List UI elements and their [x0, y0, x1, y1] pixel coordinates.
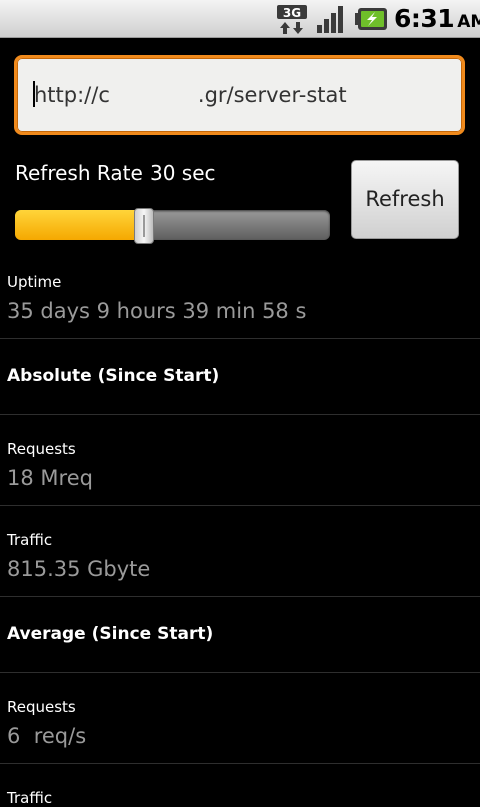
divider	[0, 672, 480, 673]
status-bar: 3G 6:31 AM	[0, 0, 480, 38]
absolute-requests-value: 18 Mreq	[7, 466, 93, 490]
absolute-traffic-value: 815.35 Gbyte	[7, 557, 151, 581]
signal-strength-icon	[317, 6, 343, 33]
network-type-text: 3G	[283, 6, 301, 20]
absolute-traffic-label: Traffic	[7, 531, 53, 549]
average-requests-label: Requests	[7, 698, 76, 716]
clock-time: 6:31	[394, 4, 455, 33]
divider	[0, 414, 480, 415]
refresh-rate-label: Refresh Rate	[15, 161, 143, 185]
server-url-input[interactable]: http://c .gr/server-stat	[14, 55, 465, 135]
absolute-requests-label: Requests	[7, 440, 76, 458]
slider-fill	[15, 210, 144, 240]
divider	[0, 596, 480, 597]
divider	[0, 763, 480, 764]
divider	[0, 338, 480, 339]
3g-data-icon: 3G	[277, 5, 307, 34]
slider-thumb[interactable]	[134, 208, 154, 244]
divider	[0, 505, 480, 506]
uptime-label: Uptime	[7, 273, 62, 291]
absolute-section-header: Absolute (Since Start)	[7, 366, 220, 386]
average-requests-value: 6 req/s	[7, 724, 87, 748]
average-traffic-label: Traffic	[7, 789, 53, 807]
clock-ampm: AM	[457, 12, 480, 32]
text-cursor	[33, 81, 35, 107]
average-section-header: Average (Since Start)	[7, 624, 214, 644]
status-clock: 6:31 AM	[394, 4, 480, 33]
refresh-rate-slider[interactable]	[15, 208, 330, 244]
refresh-rate-value: 30 sec	[150, 161, 216, 185]
url-value-start: http://c	[34, 83, 110, 107]
battery-charging-icon	[355, 8, 387, 30]
url-value-end: .gr/server-stat	[197, 83, 347, 107]
refresh-button[interactable]: Refresh	[351, 160, 459, 239]
uptime-value: 35 days 9 hours 39 min 58 s	[7, 299, 307, 323]
